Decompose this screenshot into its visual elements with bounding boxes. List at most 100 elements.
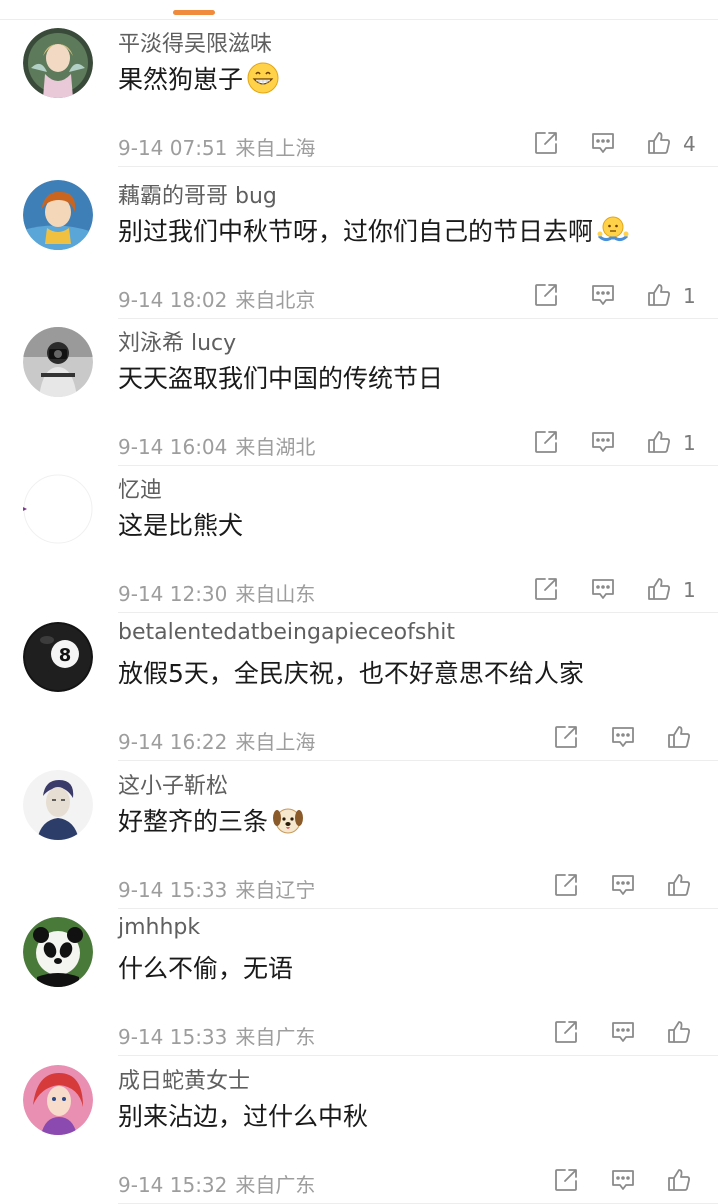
mermaid-avatar[interactable] [23, 1065, 93, 1135]
like-count: 1 [683, 284, 696, 308]
share-button[interactable] [526, 422, 566, 462]
comment-item: 忆迪 这是比熊犬 9-14 12:30 来自山东 1 [0, 466, 718, 613]
comment-item: 这小子靳松好整齐的三条 9-14 15:33 来自辽宁 [0, 762, 718, 909]
share-button[interactable] [546, 865, 586, 905]
comment-item: 8 betalentedatbeingapieceofshit 放假5天，全民庆祝，… [0, 614, 718, 761]
location-label: 来自广东 [235, 1173, 316, 1197]
comment-text-body: 果然狗崽子 [118, 65, 244, 94]
sketch-man-avatar[interactable] [23, 770, 93, 840]
comment-item: 刘泳希 lucy 天天盗取我们中国的传统节日 9-14 16:04 来自湖北 1 [0, 319, 718, 466]
comment-text: 放假5天，全民庆祝，也不好意思不给人家 [118, 654, 584, 690]
comment-text-body: 天天盗取我们中国的传统节日 [118, 364, 444, 393]
timestamp: 9-14 12:30 [118, 582, 228, 606]
comment-text: 这是比熊犬 [118, 506, 243, 542]
anime-avatar[interactable] [23, 180, 93, 250]
thumbs-up-icon [646, 282, 672, 308]
like-button[interactable] [639, 422, 679, 462]
share-icon [553, 724, 579, 750]
comment-icon [590, 576, 616, 602]
comment-item: 藕霸的哥哥 bug 别过我们中秋节呀，过你们自己的节日去啊 9-14 18:02 来自… [0, 172, 718, 319]
timestamp: 9-14 15:32 [118, 1173, 228, 1197]
like-count: 1 [683, 431, 696, 455]
like-button[interactable] [659, 1160, 699, 1200]
username[interactable]: 成日蛇黄女士 [118, 1063, 250, 1095]
timestamp: 9-14 15:33 [118, 878, 228, 902]
top-tab-bar [0, 0, 718, 20]
reply-button[interactable] [603, 717, 643, 757]
like-button[interactable] [659, 717, 699, 757]
comment-text: 什么不偷，无语 [118, 949, 293, 985]
comment-item: 成日蛇黄女士别来沾边，过什么中秋 9-14 15:32 来自广东 [0, 1057, 718, 1204]
reply-button[interactable] [603, 1012, 643, 1052]
share-button[interactable] [546, 1160, 586, 1200]
timestamp: 9-14 07:51 [118, 136, 228, 160]
eight-ball-avatar[interactable]: 8 [23, 622, 93, 692]
reply-button[interactable] [583, 569, 623, 609]
like-count: 1 [683, 578, 696, 602]
fairy-avatar[interactable] [23, 28, 93, 98]
shrug-emoji [597, 214, 629, 246]
username[interactable]: 刘泳希 lucy [118, 325, 236, 357]
thumbs-up-icon [666, 1167, 692, 1193]
comment-text-body: 别来沾边，过什么中秋 [118, 1102, 369, 1131]
divider [118, 612, 718, 613]
comment-text: 天天盗取我们中国的传统节日 [118, 359, 443, 395]
comment-meta: 9-14 16:04 来自湖北 [118, 431, 315, 460]
location-label: 来自湖北 [235, 435, 316, 459]
like-button[interactable] [639, 275, 679, 315]
like-button[interactable] [639, 569, 679, 609]
reply-button[interactable] [583, 422, 623, 462]
share-button[interactable] [526, 123, 566, 163]
thumbs-up-icon [666, 724, 692, 750]
share-icon [553, 872, 579, 898]
divider [118, 166, 718, 167]
location-label: 来自广东 [235, 1025, 316, 1049]
share-button[interactable] [546, 717, 586, 757]
comment-text-body: 好整齐的三条 [118, 807, 269, 836]
like-button[interactable] [659, 865, 699, 905]
comment-text: 别过我们中秋节呀，过你们自己的节日去啊 [118, 212, 629, 248]
location-label: 来自上海 [235, 136, 316, 160]
comment-meta: 9-14 16:22 来自上海 [118, 726, 315, 755]
like-button[interactable] [659, 1012, 699, 1052]
comment-meta: 9-14 15:32 来自广东 [118, 1169, 315, 1198]
reply-button[interactable] [583, 275, 623, 315]
share-button[interactable] [546, 1012, 586, 1052]
comment-item: 平淡得吴限滋味 果然狗崽子 9-14 07:51 来自上海 4 [0, 20, 718, 167]
location-label: 来自山东 [235, 582, 316, 606]
comment-meta: 9-14 15:33 来自辽宁 [118, 874, 315, 903]
comment-text: 果然狗崽子 [118, 60, 279, 96]
comment-text: 好整齐的三条 [118, 802, 304, 838]
username[interactable]: 藕霸的哥哥 bug [118, 178, 277, 210]
share-button[interactable] [526, 275, 566, 315]
comment-icon [610, 1019, 636, 1045]
like-count: 4 [683, 132, 696, 156]
share-icon [533, 130, 559, 156]
location-label: 来自辽宁 [235, 878, 316, 902]
comment-meta: 9-14 12:30 来自山东 [118, 578, 315, 607]
divider [118, 760, 718, 761]
reply-button[interactable] [583, 123, 623, 163]
username[interactable]: 忆迪 [118, 472, 162, 504]
username[interactable]: 这小子靳松 [118, 768, 228, 800]
divider [118, 1055, 718, 1056]
username[interactable]: 平淡得吴限滋味 [118, 26, 272, 58]
username[interactable]: jmhhpk [118, 915, 200, 940]
comment-text-body: 别过我们中秋节呀，过你们自己的节日去啊 [118, 217, 594, 246]
share-icon [533, 576, 559, 602]
reply-button[interactable] [603, 865, 643, 905]
comment-icon [610, 724, 636, 750]
username[interactable]: betalentedatbeingapieceofshit [118, 620, 455, 645]
reply-button[interactable] [603, 1160, 643, 1200]
grin-emoji [247, 62, 279, 94]
photographer-avatar[interactable] [23, 327, 93, 397]
like-button[interactable] [639, 123, 679, 163]
share-icon [533, 429, 559, 455]
share-icon [553, 1019, 579, 1045]
thumbs-up-icon [666, 872, 692, 898]
panda-avatar[interactable] [23, 917, 93, 987]
share-button[interactable] [526, 569, 566, 609]
blank-avatar[interactable] [23, 474, 93, 544]
comment-icon [610, 872, 636, 898]
comment-text-body: 什么不偷，无语 [118, 954, 294, 983]
